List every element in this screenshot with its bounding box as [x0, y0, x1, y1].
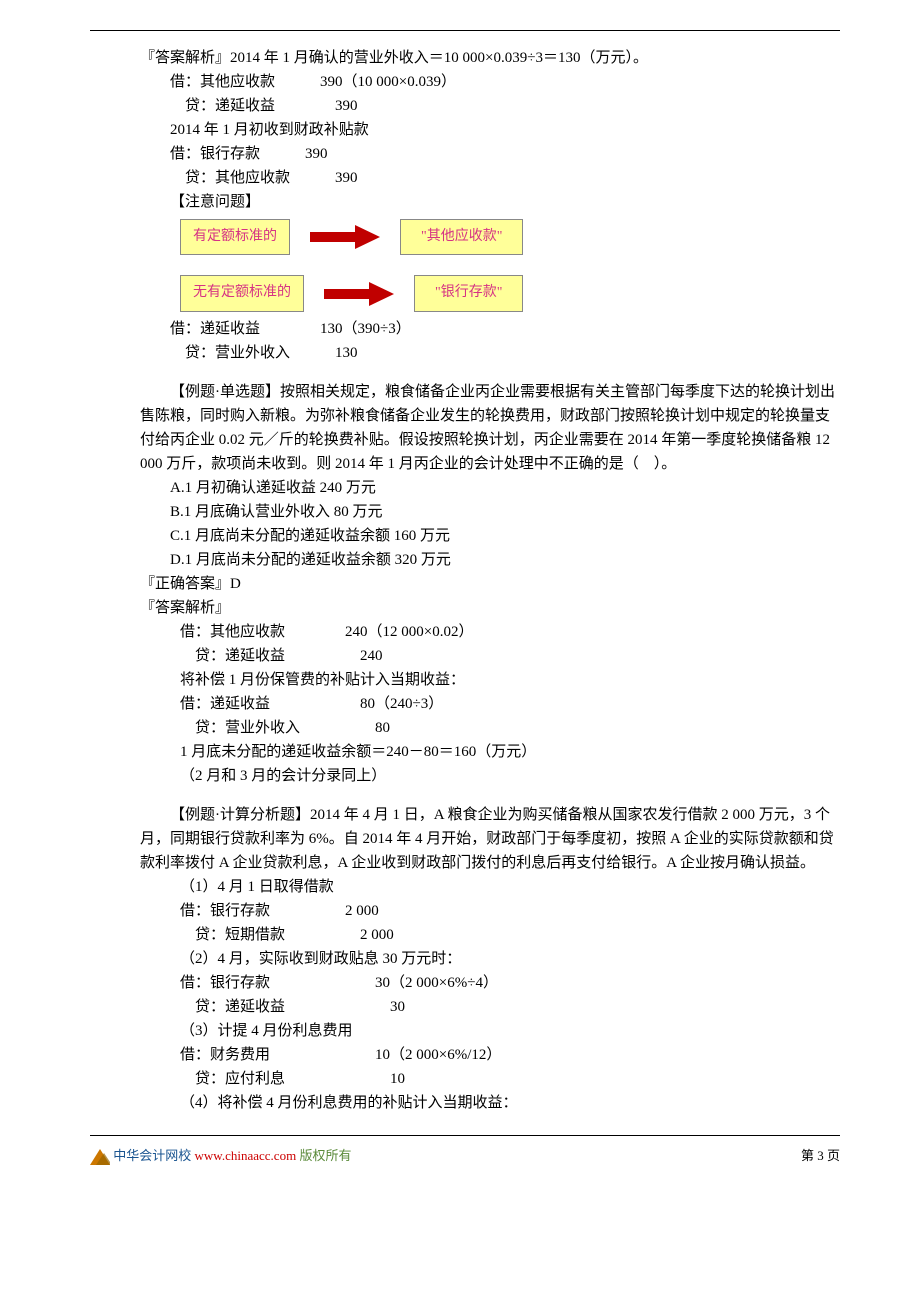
top-divider	[90, 30, 840, 31]
option-b: B.1 月底确认营业外收入 80 万元	[140, 500, 840, 524]
entry-line: 借：其他应收款 240（12 000×0.02）	[140, 620, 840, 644]
bottom-divider	[90, 1135, 840, 1136]
footer-brand: 中华会计网校	[113, 1148, 191, 1163]
step-label: （1）4 月 1 日取得借款	[140, 875, 840, 899]
document-page: 『答案解析』2014 年 1 月确认的营业外收入＝10 000×0.039÷3＝…	[0, 0, 920, 1302]
entry-line: 借：银行存款 30（2 000×6%÷4）	[140, 971, 840, 995]
entry-line: 贷：短期借款 2 000	[140, 923, 840, 947]
highlight-box-nofixed: 无有定额标准的	[180, 275, 304, 311]
example-intro: 【例题·计算分析题】2014 年 4 月 1 日，A 粮食企业为购买储备粮从国家…	[140, 803, 840, 875]
explanation-label: 『答案解析』	[140, 596, 840, 620]
entry-line: 借：银行存款 390	[140, 142, 840, 166]
text-line: 2014 年 1 月初收到财政补贴款	[140, 118, 840, 142]
text-line: 将补偿 1 月份保管费的补贴计入当期收益：	[140, 668, 840, 692]
note-label: 【注意问题】	[140, 190, 840, 214]
option-c: C.1 月底尚未分配的递延收益余额 160 万元	[140, 524, 840, 548]
footer-left: 中华会计网校 www.chinaacc.com 版权所有	[90, 1146, 351, 1167]
page-number: 第 3 页	[801, 1146, 840, 1167]
text-line: 1 月底未分配的递延收益余额＝240－80＝160（万元）	[140, 740, 840, 764]
entry-line: 借：银行存款 2 000	[140, 899, 840, 923]
entry-line: 借：财务费用 10（2 000×6%/12）	[140, 1043, 840, 1067]
correct-answer: 『正确答案』D	[140, 572, 840, 596]
entry-line: 贷：营业外收入 130	[140, 341, 840, 365]
step-label: （3）计提 4 月份利息费用	[140, 1019, 840, 1043]
answer-line: 『答案解析』2014 年 1 月确认的营业外收入＝10 000×0.039÷3＝…	[140, 46, 840, 70]
arrow-icon	[324, 282, 394, 306]
content-body: 『答案解析』2014 年 1 月确认的营业外收入＝10 000×0.039÷3＝…	[90, 46, 840, 1115]
option-d: D.1 月底尚未分配的递延收益余额 320 万元	[140, 548, 840, 572]
entry-line: 借：递延收益 130（390÷3）	[140, 317, 840, 341]
entry-line: 贷：递延收益 390	[140, 94, 840, 118]
entry-line: 贷：营业外收入 80	[140, 716, 840, 740]
text-line: （2 月和 3 月的会计分录同上）	[140, 764, 840, 788]
example-intro: 【例题·单选题】按照相关规定，粮食储备企业丙企业需要根据有关主管部门每季度下达的…	[140, 380, 840, 476]
entry-line: 借：递延收益 80（240÷3）	[140, 692, 840, 716]
highlight-box-fixed: 有定额标准的	[180, 219, 290, 255]
footer-rights: 版权所有	[299, 1148, 351, 1163]
step-label: （2）4 月，实际收到财政贴息 30 万元时：	[140, 947, 840, 971]
entry-line: 贷：应付利息 10	[140, 1067, 840, 1091]
step-label: （4）将补偿 4 月份利息费用的补贴计入当期收益：	[140, 1091, 840, 1115]
entry-line: 借：其他应收款 390（10 000×0.039）	[140, 70, 840, 94]
page-footer: 中华会计网校 www.chinaacc.com 版权所有 第 3 页	[90, 1146, 840, 1167]
entry-line: 贷：递延收益 30	[140, 995, 840, 1019]
option-a: A.1 月初确认递延收益 240 万元	[140, 476, 840, 500]
footer-url: www.chinaacc.com	[195, 1148, 297, 1163]
entry-line: 贷：递延收益 240	[140, 644, 840, 668]
highlight-box-receivable: "其他应收款"	[400, 219, 523, 255]
logo-icon	[90, 1148, 113, 1163]
highlight-box-bank: "银行存款"	[414, 275, 523, 311]
diagram-row: 无有定额标准的 "银行存款"	[140, 275, 840, 311]
arrow-icon	[310, 225, 380, 249]
diagram-row: 有定额标准的 "其他应收款"	[140, 219, 840, 255]
entry-line: 贷：其他应收款 390	[140, 166, 840, 190]
